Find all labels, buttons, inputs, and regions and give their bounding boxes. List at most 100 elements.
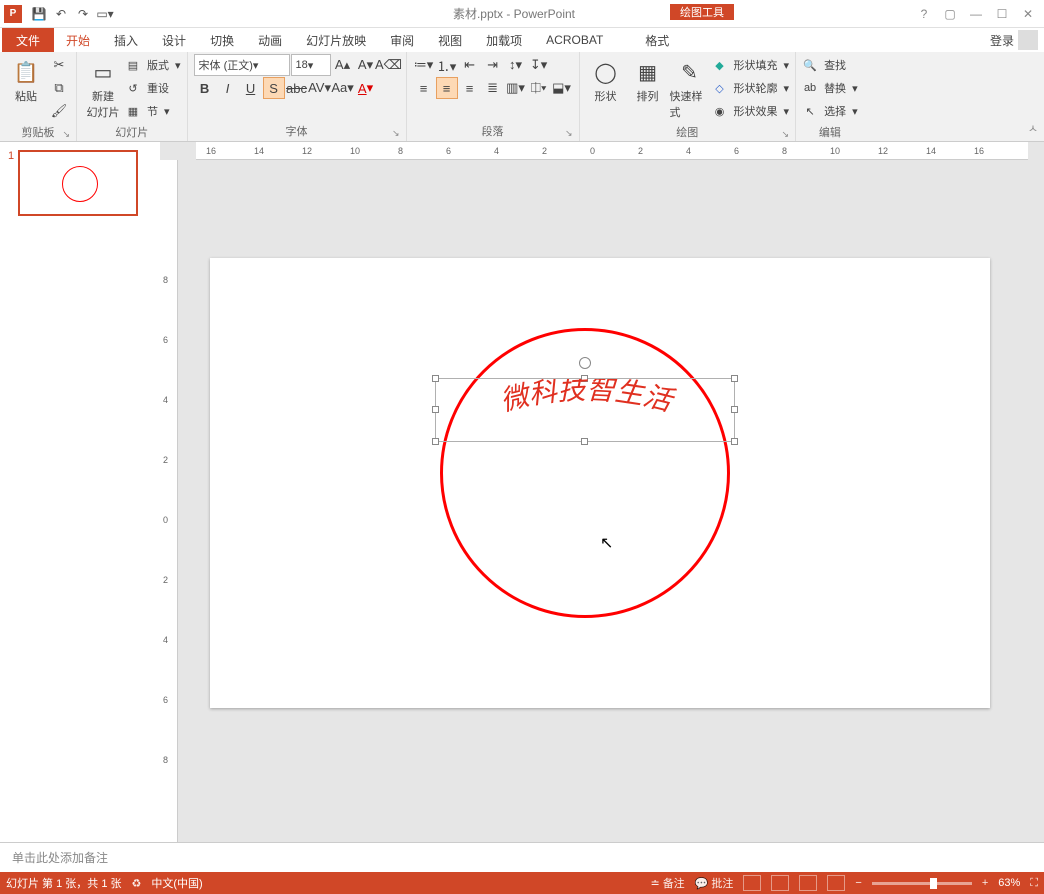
replace-button[interactable]: ab替换 ▾ xyxy=(802,77,858,99)
underline-button[interactable]: U xyxy=(240,77,262,99)
font-size-combo[interactable]: 18 ▾ xyxy=(291,54,331,76)
paste-button[interactable]: 📋 粘贴 xyxy=(6,54,46,104)
bullets-icon[interactable]: ≔▾ xyxy=(413,54,435,76)
char-spacing-icon[interactable]: AV▾ xyxy=(309,77,331,99)
zoom-level[interactable]: 63% xyxy=(998,877,1020,889)
spellcheck-icon[interactable]: ♻ xyxy=(132,877,142,890)
slideshow-view-icon[interactable] xyxy=(827,875,845,891)
shape-fill-button[interactable]: ◆形状填充 ▾ xyxy=(712,54,790,76)
format-painter-icon[interactable]: 🖌 xyxy=(48,100,70,122)
zoom-in-icon[interactable]: + xyxy=(982,877,988,889)
bold-button[interactable]: B xyxy=(194,77,216,99)
tab-design[interactable]: 设计 xyxy=(150,28,198,52)
tab-transitions[interactable]: 切换 xyxy=(198,28,246,52)
ribbon-display-icon[interactable]: ▢ xyxy=(938,2,962,26)
comments-button[interactable]: 💬 批注 xyxy=(695,875,734,891)
slide-canvas[interactable]: 微科技智生活 ↖ xyxy=(210,258,990,708)
minimize-icon[interactable]: — xyxy=(964,2,988,26)
tab-acrobat[interactable]: ACROBAT xyxy=(534,28,615,52)
sorter-view-icon[interactable] xyxy=(771,875,789,891)
login-area[interactable]: 登录 xyxy=(990,28,1044,52)
tab-file[interactable]: 文件 xyxy=(2,28,54,52)
status-language[interactable]: 中文(中国) xyxy=(151,875,202,891)
tab-format[interactable]: 格式 xyxy=(633,28,681,52)
slide-thumbnail-1[interactable]: 1 xyxy=(8,150,152,216)
decrease-indent-icon[interactable]: ⇤ xyxy=(459,54,481,76)
qat-undo-icon[interactable]: ↶ xyxy=(50,3,72,25)
shadow-button[interactable]: S xyxy=(263,77,285,99)
columns-icon[interactable]: ▥▾ xyxy=(505,77,527,99)
align-center-icon[interactable]: ≡ xyxy=(436,77,458,99)
tab-animations[interactable]: 动画 xyxy=(246,28,294,52)
qat-redo-icon[interactable]: ↷ xyxy=(72,3,94,25)
qat-start-icon[interactable]: ▭▾ xyxy=(94,3,116,25)
notes-button[interactable]: ≐ 备注 xyxy=(650,875,684,891)
reading-view-icon[interactable] xyxy=(799,875,817,891)
slide-editor[interactable]: 1614121086420246810121416 864202468 xyxy=(160,142,1044,842)
text-direction-icon[interactable]: ↧▾ xyxy=(528,54,550,76)
justify-icon[interactable]: ≣ xyxy=(482,77,504,99)
strikethrough-button[interactable]: abc xyxy=(286,77,308,99)
tab-view[interactable]: 视图 xyxy=(426,28,474,52)
tab-insert[interactable]: 插入 xyxy=(102,28,150,52)
shapes-button[interactable]: ◯形状 xyxy=(586,54,626,104)
drawing-tools-label: 绘图工具 xyxy=(670,4,734,20)
tab-slideshow[interactable]: 幻灯片放映 xyxy=(294,28,378,52)
align-right-icon[interactable]: ≡ xyxy=(459,77,481,99)
align-text-icon[interactable]: ⎅▾ xyxy=(528,77,550,99)
select-button[interactable]: ↖选择 ▾ xyxy=(802,100,858,122)
clipboard-launcher[interactable]: ↘ xyxy=(62,129,70,140)
paragraph-launcher[interactable]: ↘ xyxy=(565,128,573,139)
collapse-ribbon-icon[interactable]: ㅅ xyxy=(1028,120,1038,136)
zoom-out-icon[interactable]: − xyxy=(855,877,861,889)
clear-format-icon[interactable]: A⌫ xyxy=(378,54,400,76)
tab-home[interactable]: 开始 xyxy=(54,28,102,52)
fit-window-icon[interactable]: ⛶ xyxy=(1030,877,1038,890)
change-case-icon[interactable]: Aa▾ xyxy=(332,77,354,99)
slides-panel[interactable]: 1 xyxy=(0,142,160,842)
italic-button[interactable]: I xyxy=(217,77,239,99)
notes-placeholder: 单击此处添加备注 xyxy=(12,851,108,865)
tab-addins[interactable]: 加载项 xyxy=(474,28,534,52)
group-slides: ▭ 新建 幻灯片 ▤版式 ▾ ↺重设 ▦节 ▾ 幻灯片 xyxy=(77,52,188,141)
zoom-slider[interactable] xyxy=(872,882,972,885)
reset-icon: ↺ xyxy=(125,80,141,96)
layout-button[interactable]: ▤版式 ▾ xyxy=(125,54,181,76)
shapes-icon: ◯ xyxy=(592,58,620,86)
font-color-icon[interactable]: A▾ xyxy=(355,77,377,99)
section-button[interactable]: ▦节 ▾ xyxy=(125,100,181,122)
shrink-font-icon[interactable]: A▾ xyxy=(355,54,377,76)
qat-save-icon[interactable]: 💾 xyxy=(28,3,50,25)
normal-view-icon[interactable] xyxy=(743,875,761,891)
title-bar: P 💾 ↶ ↷ ▭▾ 素材.pptx - PowerPoint ? ▢ — ☐ … xyxy=(0,0,1044,28)
drawing-launcher[interactable]: ↘ xyxy=(782,129,790,140)
group-clipboard: 📋 粘贴 ✂ ⧉ 🖌 剪贴板 ↘ xyxy=(0,52,77,141)
numbering-icon[interactable]: ⒈▾ xyxy=(436,54,458,76)
zoom-thumb[interactable] xyxy=(930,878,937,889)
grow-font-icon[interactable]: A▴ xyxy=(332,54,354,76)
quick-styles-button[interactable]: ✎快速样式 xyxy=(670,54,710,120)
increase-indent-icon[interactable]: ⇥ xyxy=(482,54,504,76)
font-name-combo[interactable]: 宋体 (正文) ▾ xyxy=(194,54,290,76)
arrange-button[interactable]: ▦排列 xyxy=(628,54,668,104)
new-slide-button[interactable]: ▭ 新建 幻灯片 xyxy=(83,54,123,120)
maximize-icon[interactable]: ☐ xyxy=(990,2,1014,26)
shape-effects-button[interactable]: ◉形状效果 ▾ xyxy=(712,100,790,122)
copy-icon[interactable]: ⧉ xyxy=(48,77,70,99)
notes-pane[interactable]: 单击此处添加备注 xyxy=(0,842,1044,872)
line-spacing-icon[interactable]: ↕▾ xyxy=(505,54,527,76)
find-button[interactable]: 🔍查找 xyxy=(802,54,846,76)
close-icon[interactable]: ✕ xyxy=(1016,2,1040,26)
smartart-icon[interactable]: ⬓▾ xyxy=(551,77,573,99)
align-left-icon[interactable]: ≡ xyxy=(413,77,435,99)
font-launcher[interactable]: ↘ xyxy=(392,128,400,139)
cut-icon[interactable]: ✂ xyxy=(48,54,70,76)
tab-review[interactable]: 审阅 xyxy=(378,28,426,52)
selected-textbox[interactable]: 微科技智生活 xyxy=(435,378,735,442)
clipboard-label: 剪贴板 xyxy=(22,127,55,139)
rotation-handle[interactable] xyxy=(579,357,591,369)
reset-button[interactable]: ↺重设 xyxy=(125,77,181,99)
circle-shape[interactable] xyxy=(440,328,730,618)
shape-outline-button[interactable]: ◇形状轮廓 ▾ xyxy=(712,77,790,99)
help-icon[interactable]: ? xyxy=(912,2,936,26)
